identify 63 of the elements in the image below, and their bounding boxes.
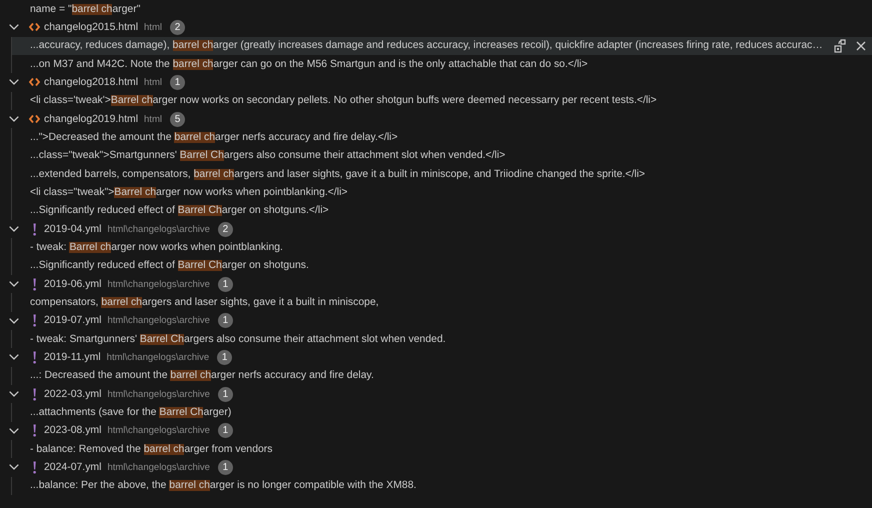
file-name[interactable]: 2019-07.yml bbox=[44, 315, 102, 326]
match-text: ...on M37 and M42C. Note the barrel charger can go on the M56 Smartgun and is the only attachable that can do so.</li> bbox=[30, 58, 588, 70]
match-text: name = "barrel charger" bbox=[30, 4, 140, 15]
match-text: ...extended barrels, compensators, barrel chargers and laser sights, gave it a built in miniscope, and Triiodine changed the sprite.</li> bbox=[30, 168, 645, 180]
file-path: html\changelogs\archive bbox=[107, 278, 210, 290]
match-count-badge: 2 bbox=[170, 20, 185, 35]
file-path: html\changelogs\archive bbox=[107, 462, 210, 473]
result-row[interactable]: - tweak: Barrel charger now works when pointblanking. bbox=[12, 238, 872, 257]
match-count-badge: 1 bbox=[218, 386, 233, 402]
match-text: - balance: Removed the barrel charger from vendors bbox=[30, 444, 273, 455]
file-name[interactable]: 2019-06.yml bbox=[44, 278, 102, 290]
match-count-badge: 5 bbox=[170, 112, 185, 127]
file-name[interactable]: changelog2018.html bbox=[44, 76, 138, 88]
match-count-badge: 1 bbox=[217, 350, 232, 365]
match-count-badge: 2 bbox=[218, 222, 233, 237]
match-text: ...Significantly reduced effect of Barrel Charger on shotguns.</li> bbox=[30, 205, 329, 216]
file-name[interactable]: 2024-07.yml bbox=[44, 462, 102, 473]
file-name[interactable]: 2023-08.yml bbox=[44, 425, 102, 436]
file-path: html\changelogs\archive bbox=[106, 352, 210, 363]
match-text: - tweak: Barrel charger now works when pointblanking. bbox=[30, 242, 283, 253]
match-text: ...: Decreased the amount the barrel charger nerfs accuracy and fire delay. bbox=[30, 370, 374, 382]
file-path: html\changelogs\archive bbox=[107, 224, 210, 235]
match-text: ...class="tweak">Smartgunners' Barrel Chargers also consume their attachment slot when vended.</li> bbox=[30, 150, 506, 162]
match-count-badge: 1 bbox=[218, 460, 233, 475]
result-row[interactable]: ...Significantly reduced effect of Barrel Charger on shotguns.</li> bbox=[12, 202, 872, 220]
result-row[interactable]: ...: Decreased the amount the barrel charger nerfs accuracy and fire delay. bbox=[12, 366, 872, 385]
match-text: compensators, barrel chargers and laser sights, gave it a built in miniscope, bbox=[30, 296, 379, 308]
match-count-badge: 1 bbox=[218, 276, 233, 292]
result-row[interactable]: ...attachments (save for the Barrel Charger) bbox=[12, 403, 872, 422]
result-row[interactable]: - balance: Removed the barrel charger from vendors bbox=[12, 440, 872, 458]
file-name[interactable]: 2022-03.yml bbox=[44, 388, 102, 400]
match-count-badge: 1 bbox=[170, 74, 185, 90]
result-row[interactable]: ...Significantly reduced effect of Barrel Charger on shotguns. bbox=[12, 256, 872, 275]
match-text: ...balance: Per the above, the barrel charger is no longer compatible with the XM88. bbox=[30, 480, 416, 492]
result-row[interactable]: ...class="tweak">Smartgunners' Barrel Chargers also consume their attachment slot when vended.</li> bbox=[12, 146, 872, 165]
match-text: ...attachments (save for the Barrel Charger) bbox=[30, 406, 232, 418]
match-text: - tweak: Smartgunners' Barrel Chargers also consume their attachment slot when vended. bbox=[30, 334, 446, 345]
file-name[interactable]: changelog2015.html bbox=[44, 22, 138, 33]
result-row[interactable]: ...">Decreased the amount the barrel charger nerfs accuracy and fire delay.</li> bbox=[12, 128, 872, 147]
result-row[interactable]: <li class="tweak">Barrel charger now works when pointblanking.</li> bbox=[12, 183, 872, 202]
match-text: <li class='tweak'>Barrel charger now works on secondary pellets. No other shotgun buffs were deemed necessarry per recent tests.</li> bbox=[30, 95, 657, 106]
match-text: ...accuracy, reduces damage), barrel charger (greatly increases damage and reduces accuracy, increases recoil), quickfire adapter (increases firing rate, reduces accurac… bbox=[30, 40, 823, 52]
file-path: html\changelogs\archive bbox=[107, 425, 210, 436]
match-text: <li class="tweak">Barrel charger now works when pointblanking.</li> bbox=[30, 186, 348, 198]
result-row[interactable]: ...on M37 and M42C. Note the barrel charger can go on the M56 Smartgun and is the only attachable that can do so.</li> bbox=[12, 54, 872, 74]
match-text: ...Significantly reduced effect of Barrel Charger on shotguns. bbox=[30, 260, 309, 272]
result-row[interactable]: ...balance: Per the above, the barrel charger is no longer compatible with the XM88. bbox=[12, 476, 872, 495]
match-text: ...">Decreased the amount the barrel charger nerfs accuracy and fire delay.</li> bbox=[30, 132, 398, 143]
match-count-badge: 1 bbox=[218, 313, 233, 328]
file-path: html bbox=[144, 114, 162, 125]
match-count-badge: 1 bbox=[218, 423, 233, 438]
file-path: html\changelogs\archive bbox=[107, 315, 210, 326]
file-path: html bbox=[144, 76, 162, 88]
file-path: html\changelogs\archive bbox=[107, 388, 210, 400]
result-row[interactable]: - tweak: Smartgunners' Barrel Chargers also consume their attachment slot when vended. bbox=[12, 330, 872, 348]
result-row[interactable]: ...extended barrels, compensators, barrel chargers and laser sights, gave it a built in miniscope, and Triiodine changed the sprite.</li> bbox=[12, 164, 872, 184]
file-name[interactable]: 2019-04.yml bbox=[44, 224, 102, 235]
result-row[interactable]: <li class='tweak'>Barrel charger now works on secondary pellets. No other shotgun buffs were deemed necessarry per recent tests.</li> bbox=[12, 92, 872, 110]
file-path: html bbox=[144, 22, 162, 33]
result-row[interactable]: compensators, barrel chargers and laser sights, gave it a built in miniscope, bbox=[12, 293, 872, 312]
file-name[interactable]: 2019-11.yml bbox=[44, 352, 101, 363]
result-row[interactable]: ...accuracy, reduces damage), barrel charger (greatly increases damage and reduces accuracy, increases recoil), quickfire adapter (increases firing rate, reduces accurac… bbox=[12, 36, 872, 55]
file-name[interactable]: changelog2019.html bbox=[44, 114, 138, 125]
